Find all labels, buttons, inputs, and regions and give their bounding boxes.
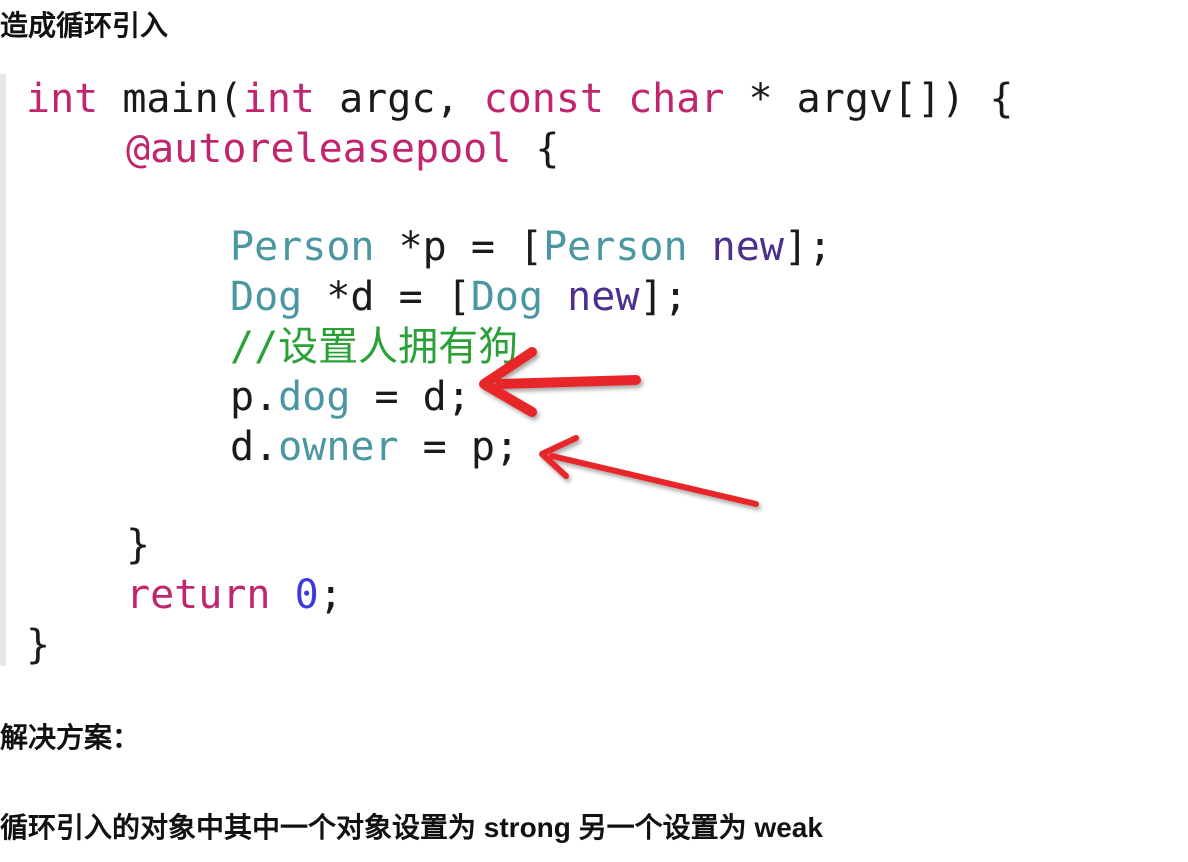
property-dog: dog xyxy=(278,374,351,420)
keyword-autoreleasepool: @autoreleasepool xyxy=(126,126,512,172)
code-comment: //设置人拥有狗 xyxy=(230,324,519,370)
method-new: new xyxy=(567,274,640,320)
code-text: ; xyxy=(318,572,343,618)
property-owner: owner xyxy=(278,424,399,470)
class-dog: Dog xyxy=(470,274,544,320)
code-text: * argv[]) { xyxy=(724,76,1014,122)
keyword-const: const xyxy=(483,76,604,122)
cause-heading: 造成循环引入 xyxy=(0,10,169,41)
code-line-main-signature: int main(int argc, const char * argv[]) … xyxy=(26,74,1013,124)
code-line-assign-owner: d.owner = p; xyxy=(230,422,519,472)
code-text: ]; xyxy=(783,224,833,270)
code-text: d. xyxy=(230,424,279,470)
code-line-close-pool: } xyxy=(126,520,150,570)
code-text: = p; xyxy=(398,424,520,470)
code-line-dog-alloc: Dog *d = [Dog new]; xyxy=(230,272,688,322)
solution-text: 循环引入的对象中其中一个对象设置为 strong 另一个设置为 weak xyxy=(0,812,823,843)
method-new: new xyxy=(711,224,784,270)
code-text: *p = [ xyxy=(374,224,544,270)
class-dog: Dog xyxy=(230,274,303,320)
code-line-assign-dog: p.dog = d; xyxy=(230,372,471,422)
code-text: main( xyxy=(98,76,243,122)
code-text: argc, xyxy=(315,76,484,122)
code-text: = d; xyxy=(350,374,471,420)
code-line-autoreleasepool: @autoreleasepool { xyxy=(126,124,559,174)
keyword-char: char xyxy=(628,76,725,122)
code-line-person-alloc: Person *p = [Person new]; xyxy=(230,222,832,272)
code-text: ]; xyxy=(639,274,688,320)
code-text: *d = [ xyxy=(302,274,471,320)
number-literal: 0 xyxy=(294,572,319,618)
code-text: } xyxy=(126,522,151,568)
code-text: { xyxy=(511,126,560,172)
keyword-int: int xyxy=(26,76,99,122)
class-person: Person xyxy=(230,224,375,270)
code-text: } xyxy=(26,622,51,668)
code-block: int main(int argc, const char * argv[]) … xyxy=(0,74,1188,668)
code-line-return: return 0; xyxy=(126,570,343,620)
keyword-int: int xyxy=(242,76,315,122)
code-text: p. xyxy=(230,374,279,420)
code-line-comment: //设置人拥有狗 xyxy=(230,322,518,372)
code-line-close-main: } xyxy=(26,620,50,670)
class-person: Person xyxy=(543,224,688,270)
solution-heading: 解决方案： xyxy=(0,722,141,753)
keyword-return: return xyxy=(126,572,271,618)
